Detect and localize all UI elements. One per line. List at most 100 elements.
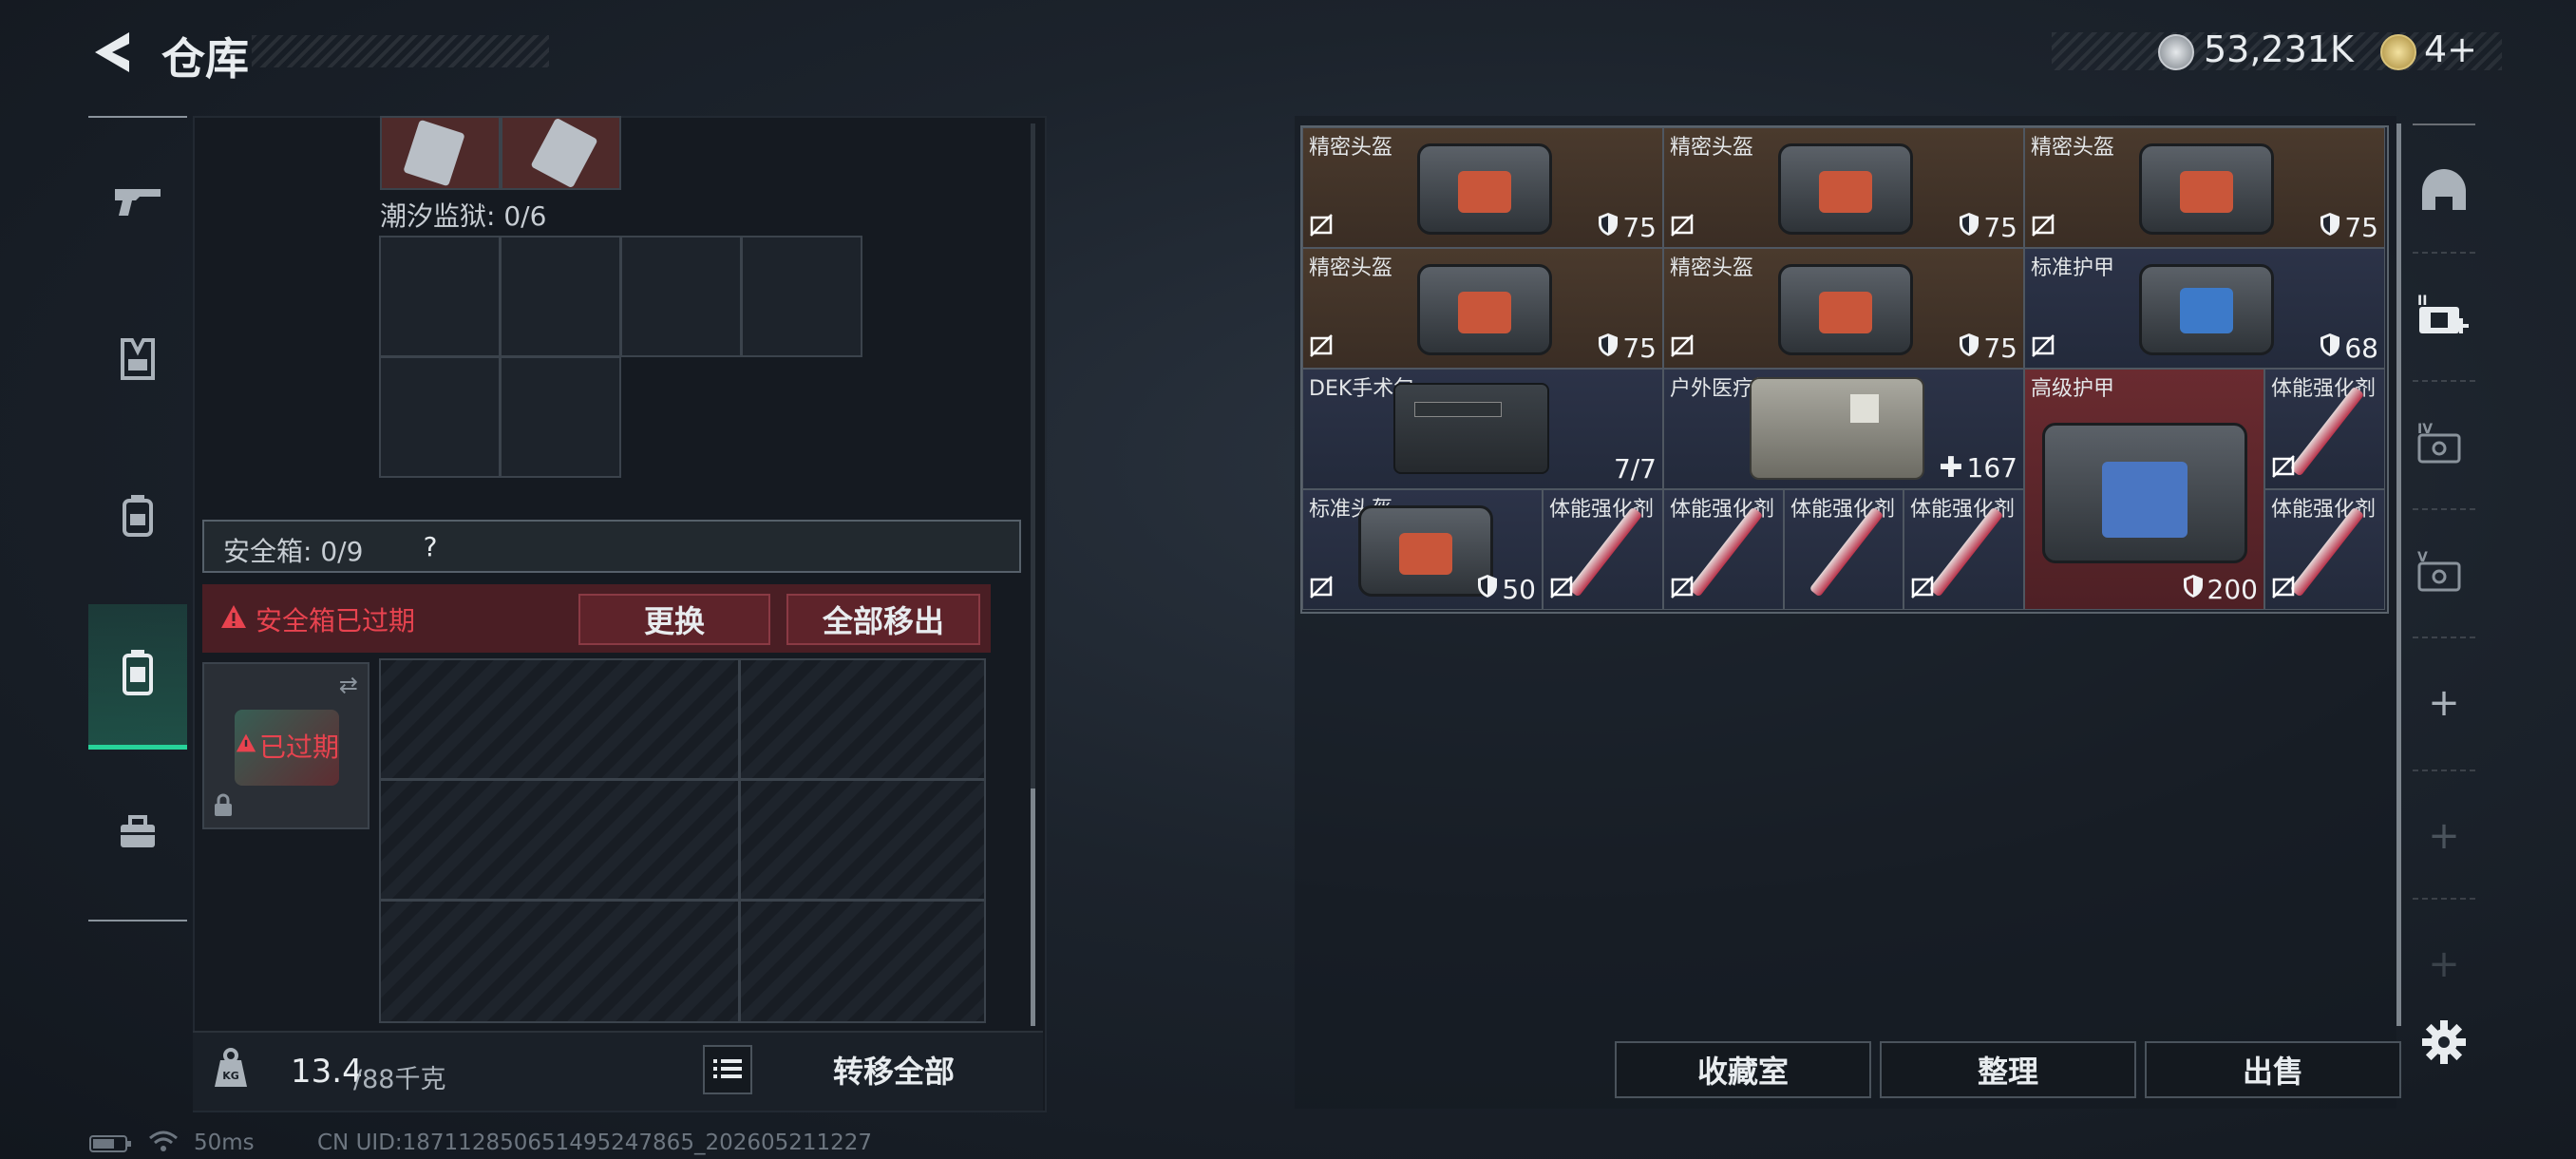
container-slot[interactable] — [620, 236, 742, 357]
safebox-slot — [739, 658, 986, 780]
add-stash-button[interactable]: + — [2403, 656, 2485, 750]
transfer-all-button[interactable]: 转移全部 — [766, 1045, 1022, 1094]
no-sell-icon — [1670, 575, 1695, 603]
helmet-bag-icon — [1358, 505, 1493, 597]
container-slot[interactable] — [379, 236, 501, 357]
add-stash-button[interactable]: + — [2403, 788, 2485, 884]
stash-iv-icon: IV — [2415, 418, 2472, 475]
container-slot[interactable] — [500, 236, 621, 357]
item-cell[interactable]: 精密头盔 75 — [1302, 248, 1663, 369]
helmet-bag-icon — [1778, 143, 1913, 235]
item-value: 167 — [1966, 452, 2017, 484]
item-cell[interactable]: 标准护甲 68 — [2024, 248, 2385, 369]
helmet-bag-icon — [1417, 264, 1552, 355]
item-value: 75 — [1622, 332, 1657, 364]
shield-icon — [1959, 332, 1979, 364]
replace-button[interactable]: 更换 — [578, 594, 770, 645]
item-cell[interactable]: 户外医疗箱 ✚ 167 — [1663, 369, 2024, 489]
item-slot-card-1[interactable] — [380, 116, 501, 190]
item-value: 75 — [1983, 212, 2017, 243]
item-cell[interactable]: 标准头盔 50 — [1302, 489, 1543, 610]
safebox-header: 安全箱: 0/9 ? — [202, 520, 1021, 573]
left-scrollbar-thumb[interactable] — [1031, 788, 1035, 1026]
item-cell[interactable]: 体能强化剂 — [1543, 489, 1663, 610]
safebox-slot — [379, 658, 740, 780]
item-cell[interactable]: 体能强化剂 — [2264, 489, 2385, 610]
container-slot[interactable] — [741, 236, 862, 357]
item-value: 75 — [1622, 212, 1657, 243]
item-cell[interactable]: 精密头盔 75 — [1663, 127, 2024, 248]
back-arrow-icon[interactable] — [87, 27, 135, 78]
sidebar-item-backpack[interactable] — [88, 470, 187, 565]
safebox-slot — [739, 779, 986, 901]
item-cell[interactable]: 精密头盔 75 — [1663, 248, 2024, 369]
sidebar-item-safebox[interactable] — [88, 604, 187, 750]
plus-icon: + — [2428, 681, 2460, 725]
settings-button[interactable] — [2403, 999, 2485, 1094]
sort-button[interactable]: 整理 — [1880, 1041, 2136, 1098]
item-slot-card-2[interactable] — [501, 116, 621, 190]
shield-icon — [1959, 212, 1979, 243]
list-icon — [713, 1052, 742, 1088]
right-scrollbar-thumb[interactable] — [2396, 124, 2401, 1026]
shield-icon — [2183, 574, 2204, 605]
separator — [2413, 770, 2475, 771]
item-cell[interactable]: 体能强化剂 — [1663, 489, 1784, 610]
helmet-icon — [2418, 168, 2470, 221]
shield-icon — [1598, 212, 1619, 243]
gear-icon — [2422, 1020, 2466, 1074]
right-sidebar-top-line — [2413, 124, 2475, 125]
safebox-icon — [119, 648, 157, 701]
sidebar-item-stash-iv[interactable]: IV — [2403, 399, 2485, 494]
weight-max: /88千克 — [353, 1065, 446, 1094]
no-sell-icon — [2271, 454, 2296, 483]
plus-icon: ✚ — [1939, 451, 1963, 484]
surgery-kit-icon — [1393, 383, 1549, 474]
item-cell[interactable]: 体能强化剂 — [2264, 369, 2385, 489]
item-value: 75 — [2344, 212, 2378, 243]
gold-coin-icon — [2380, 34, 2416, 70]
sidebar-item-weapons[interactable] — [88, 157, 187, 252]
currency-gold-value: 4+ — [2424, 28, 2478, 70]
item-cell[interactable]: 精密头盔 75 — [1302, 127, 1663, 248]
list-view-button[interactable] — [703, 1045, 752, 1094]
safebox-slot — [739, 900, 986, 1023]
shield-icon — [2320, 332, 2340, 364]
item-cell[interactable]: 高级护甲 200 — [2024, 369, 2264, 610]
ping-text: 50ms — [194, 1130, 255, 1155]
sidebar-item-vest[interactable] — [88, 314, 187, 408]
helmet-bag-icon — [2139, 143, 2274, 235]
stash-grid: 精密头盔 75 精密头盔 75 精密头盔 75 精密头盔 75 精密头盔 75 … — [1300, 125, 2389, 614]
weight-icon: KG — [211, 1047, 251, 1092]
help-icon[interactable]: ? — [413, 527, 447, 565]
item-cell[interactable]: 体能强化剂 — [1904, 489, 2024, 610]
armor-bag-icon — [2139, 264, 2274, 355]
container-slot[interactable] — [379, 356, 501, 478]
expired-warning-text: 安全箱已过期 — [256, 605, 416, 636]
sell-button[interactable]: 出售 — [2145, 1041, 2401, 1098]
item-cell[interactable]: DEK手术包 7/7 — [1302, 369, 1663, 489]
vest-icon — [117, 336, 159, 386]
container-slot[interactable] — [500, 356, 621, 478]
container-label: 潮汐监狱: 0/6 — [380, 200, 547, 232]
move-all-out-button[interactable]: 全部移出 — [786, 594, 980, 645]
item-cell[interactable]: 体能强化剂 — [1784, 489, 1904, 610]
currency-silver-value: 53,231K — [2204, 28, 2354, 70]
svg-text:KG: KG — [222, 1070, 239, 1082]
safebox-item[interactable]: ⇄ 已过期 — [202, 662, 369, 829]
separator — [2413, 380, 2475, 382]
item-cell[interactable]: 精密头盔 75 — [2024, 127, 2385, 248]
swap-icon: ⇄ — [338, 672, 358, 698]
sidebar-item-stash-ii[interactable]: II — [2403, 271, 2485, 366]
safebox-label: 安全箱: 0/9 — [223, 536, 364, 567]
sidebar-item-toolbox[interactable] — [88, 787, 187, 882]
expired-tag: 已过期 — [259, 732, 340, 763]
medkit-icon — [1750, 377, 1924, 480]
sidebar-item-stash-v[interactable]: V — [2403, 527, 2485, 622]
collection-room-button[interactable]: 收藏室 — [1615, 1041, 1871, 1098]
helmet-bag-icon — [1778, 264, 1913, 355]
sidebar-item-stash-main[interactable] — [2403, 147, 2485, 242]
no-sell-icon — [1309, 575, 1334, 603]
add-stash-button[interactable]: + — [2403, 917, 2485, 1012]
sidebar-bottom-line — [88, 920, 187, 922]
